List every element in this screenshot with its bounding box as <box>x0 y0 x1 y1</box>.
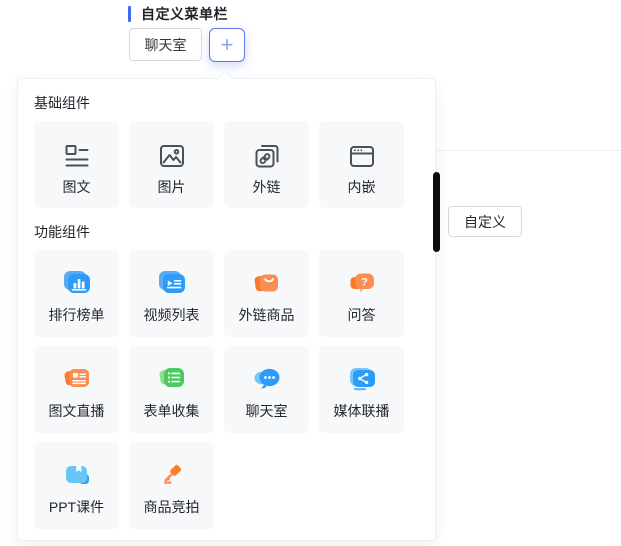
chat-room-icon <box>247 361 287 399</box>
component-label: 外链商品 <box>239 306 295 324</box>
ranking-icon <box>57 265 97 303</box>
component-card-video-list[interactable]: 视频列表 <box>129 250 214 337</box>
component-picker-popup: 基础组件 图文 <box>17 78 436 541</box>
function-components-row-1: 排行榜单 视频列表 <box>34 250 419 337</box>
component-label: 视频列表 <box>144 306 200 324</box>
svg-text:?: ? <box>361 277 368 289</box>
component-card-image[interactable]: 图片 <box>129 121 214 208</box>
shopping-bag-icon <box>247 265 287 303</box>
component-card-article[interactable]: 图文 <box>34 121 119 208</box>
add-menu-item-button[interactable]: + <box>209 28 245 62</box>
component-card-live-article[interactable]: 图文直播 <box>34 346 119 433</box>
function-components-row-2: 图文直播 <box>34 346 419 433</box>
image-icon <box>155 138 189 173</box>
external-link-icon <box>250 138 284 173</box>
section-title-function: 功能组件 <box>34 224 419 240</box>
function-components-row-3: PPT课件 商品竞拍 <box>34 442 419 529</box>
auction-gavel-icon <box>152 457 192 495</box>
media-broadcast-icon <box>342 361 382 399</box>
basic-components-row: 图文 图片 <box>34 121 419 208</box>
component-card-ppt[interactable]: PPT课件 <box>34 442 119 529</box>
ppt-courseware-icon <box>57 457 97 495</box>
component-card-ranking[interactable]: 排行榜单 <box>34 250 119 337</box>
component-card-chatroom[interactable]: 聊天室 <box>224 346 309 433</box>
component-label: 图文 <box>63 178 91 196</box>
component-label: 图文直播 <box>49 402 105 420</box>
live-article-icon <box>57 361 97 399</box>
menu-item-chatroom-button[interactable]: 聊天室 <box>129 28 202 61</box>
menu-bar-title: 自定义菜单栏 <box>128 4 228 24</box>
component-label: 排行榜单 <box>49 306 105 324</box>
component-card-external-product[interactable]: 外链商品 <box>224 250 309 337</box>
component-card-qa[interactable]: ? 问答 <box>319 250 404 337</box>
component-card-form-collect[interactable]: 表单收集 <box>129 346 214 433</box>
component-label: 问答 <box>348 306 376 324</box>
video-list-icon <box>152 265 192 303</box>
question-answer-icon: ? <box>342 265 382 303</box>
component-label: 图片 <box>158 178 186 196</box>
component-label: 内嵌 <box>348 178 376 196</box>
custom-button[interactable]: 自定义 <box>448 206 522 237</box>
popup-arrow <box>218 71 234 87</box>
component-label: 聊天室 <box>246 402 288 420</box>
section-divider <box>436 150 621 151</box>
component-label: 表单收集 <box>144 402 200 420</box>
component-card-auction[interactable]: 商品竞拍 <box>129 442 214 529</box>
scrollbar-thumb[interactable] <box>433 172 440 252</box>
plus-icon: + <box>221 34 234 56</box>
menu-editor-screen: 自定义菜单栏 聊天室 + 自定义 基础组件 图文 <box>0 0 621 546</box>
component-label: 商品竞拍 <box>144 498 200 516</box>
component-card-media-broadcast[interactable]: 媒体联播 <box>319 346 404 433</box>
menu-bar-title-label: 自定义菜单栏 <box>141 4 228 24</box>
form-collect-icon <box>152 361 192 399</box>
component-label: 外链 <box>253 178 281 196</box>
component-label: 媒体联播 <box>334 402 390 420</box>
title-accent-bar <box>128 6 131 22</box>
section-title-basic: 基础组件 <box>34 95 419 111</box>
article-icon <box>60 138 94 173</box>
component-label: PPT课件 <box>49 498 104 516</box>
component-card-embed[interactable]: 内嵌 <box>319 121 404 208</box>
embed-window-icon <box>345 138 379 173</box>
component-card-external-link[interactable]: 外链 <box>224 121 309 208</box>
